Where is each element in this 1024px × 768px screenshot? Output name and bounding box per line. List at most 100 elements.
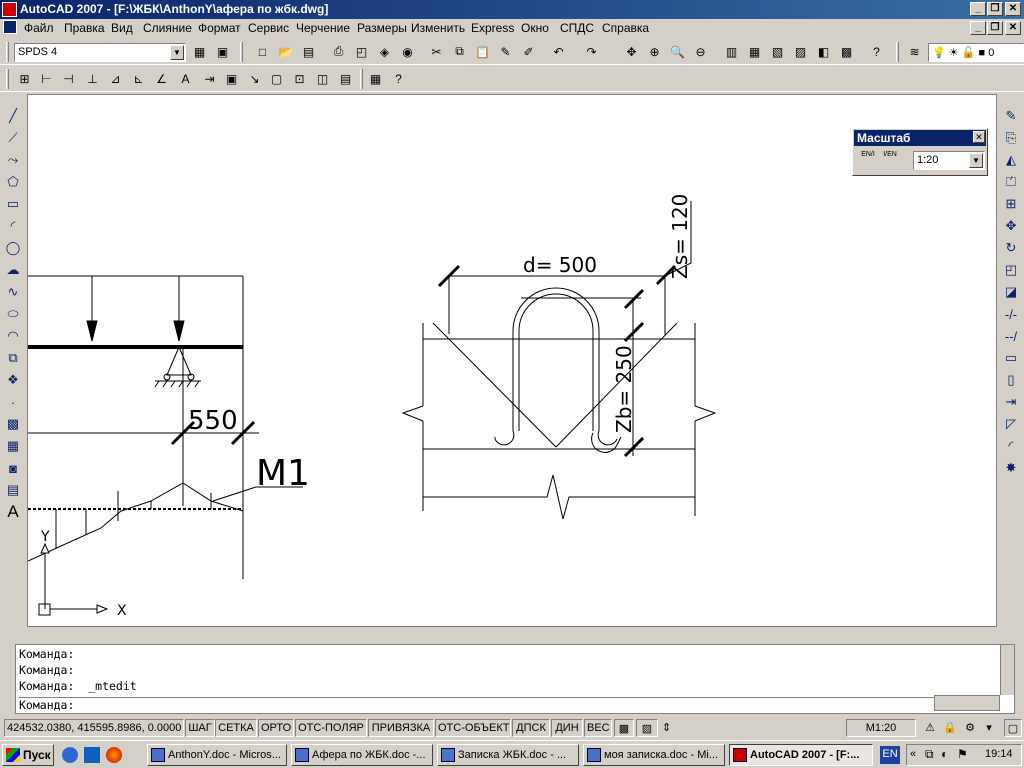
doc-close-button[interactable]: ✕: [1005, 21, 1021, 35]
flag-icon[interactable]: ⚑: [957, 747, 968, 761]
dimstyle-icon[interactable]: ▣: [212, 41, 233, 62]
leader-icon[interactable]: ↘: [244, 68, 265, 89]
cut-icon[interactable]: ✂: [426, 41, 447, 62]
lock-icon[interactable]: 🔒: [940, 719, 960, 737]
spinner-icon[interactable]: ⇕: [660, 719, 672, 737]
doc-minimize-button[interactable]: _: [970, 21, 986, 35]
zoom-window-icon[interactable]: 🔍: [667, 41, 688, 62]
dim-angular-icon[interactable]: ∠: [151, 68, 172, 89]
gradient-icon[interactable]: ▦: [3, 436, 23, 456]
print-icon[interactable]: ⎙: [328, 41, 349, 62]
chamfer-icon[interactable]: ◸: [1001, 414, 1021, 434]
toolbar-grip[interactable]: [6, 69, 9, 89]
grid-toggle[interactable]: СЕТКА: [215, 719, 257, 737]
task-moya-zapiska-doc[interactable]: моя записка.doc - Mi...: [583, 744, 725, 766]
center-mark-icon[interactable]: ⊡: [289, 68, 310, 89]
dim-arc-icon[interactable]: ⊣: [58, 68, 79, 89]
paste-icon[interactable]: 📋: [472, 41, 493, 62]
coordinates-readout[interactable]: 424532.0380, 415595.8986, 0.0000: [4, 719, 184, 737]
scale-combo[interactable]: 1:20 ▼: [913, 151, 985, 170]
pan-icon[interactable]: ✥: [621, 41, 642, 62]
menu-edit[interactable]: Правка: [64, 21, 105, 35]
scale-icon[interactable]: ◰: [1001, 260, 1021, 280]
volume-icon[interactable]: ◐: [941, 747, 948, 761]
polygon-icon[interactable]: ⬠: [3, 172, 23, 192]
redo-icon[interactable]: ↷: [581, 41, 602, 62]
zoom-previous-icon[interactable]: ⊖: [690, 41, 711, 62]
publish-icon[interactable]: ◈: [374, 41, 395, 62]
ellipse-arc-icon[interactable]: ◠: [3, 326, 23, 346]
print-preview-icon[interactable]: ◰: [351, 41, 372, 62]
chevron-down-icon[interactable]: ▾: [982, 719, 996, 737]
polar-toggle[interactable]: ОТС-ПОЛЯР: [295, 719, 367, 737]
open-folder-icon[interactable]: 📂: [275, 41, 296, 62]
point-icon[interactable]: ·: [3, 392, 23, 412]
menu-modify[interactable]: Изменить: [411, 21, 465, 35]
circle-icon[interactable]: ◯: [3, 238, 23, 258]
copy-icon[interactable]: ⧉: [449, 41, 470, 62]
tolerance-icon[interactable]: ▢: [266, 68, 287, 89]
dim-aligned-icon[interactable]: ⊢: [36, 68, 57, 89]
chevron-down-icon[interactable]: ▼: [969, 153, 983, 168]
new-file-icon[interactable]: □: [252, 41, 273, 62]
dim-ordinate-icon[interactable]: ⊥: [82, 68, 103, 89]
menu-draw[interactable]: Черчение: [296, 21, 350, 35]
toolbar-grip[interactable]: [360, 69, 363, 89]
web-icon[interactable]: ◉: [397, 41, 418, 62]
ortho-toggle[interactable]: ОРТО: [258, 719, 294, 737]
erase-icon[interactable]: ✎: [1001, 106, 1021, 126]
make-block-icon[interactable]: ❖: [3, 370, 23, 390]
toolbar-grip[interactable]: [6, 42, 9, 62]
mirror-icon[interactable]: ◭: [1001, 150, 1021, 170]
block-editor-icon[interactable]: ✐: [518, 41, 539, 62]
close-icon[interactable]: ✕: [973, 131, 985, 143]
dim-continue-icon[interactable]: ▣: [221, 68, 242, 89]
i-en-button[interactable]: I/EN: [880, 151, 900, 171]
hatch-icon[interactable]: ▩: [3, 414, 23, 434]
match-properties-icon[interactable]: ✎: [495, 41, 516, 62]
save-icon[interactable]: ▤: [298, 41, 319, 62]
dim-edit-icon[interactable]: ◫: [312, 68, 333, 89]
menu-help[interactable]: Справка: [602, 21, 649, 35]
task-anthony-doc[interactable]: AnthonY.doc - Micros...: [147, 744, 287, 766]
dim-diameter-icon[interactable]: ⊾: [128, 68, 149, 89]
dim-update-icon[interactable]: ▦: [365, 68, 386, 89]
scale-panel[interactable]: Масштаб ✕ EN/I I/EN 1:20 ▼: [852, 128, 988, 176]
task-afera-doc[interactable]: Афера по ЖБК.doc -...: [291, 744, 433, 766]
text-style-manager-icon[interactable]: ▦: [189, 41, 210, 62]
revcloud-icon[interactable]: ☁: [3, 260, 23, 280]
help-icon[interactable]: ?: [866, 41, 887, 62]
toolbar-grip[interactable]: [240, 42, 243, 62]
command-scrollbar[interactable]: [1000, 645, 1014, 695]
menu-spds[interactable]: СПДС: [560, 21, 594, 35]
dim-linear-icon[interactable]: ⊞: [14, 68, 35, 89]
command-prompt[interactable]: Команда:: [19, 697, 934, 712]
browser-icon[interactable]: [106, 747, 122, 763]
autocad-app-icon[interactable]: [2, 2, 17, 17]
menu-dimension[interactable]: Размеры: [357, 21, 407, 35]
break-icon[interactable]: ▯: [1001, 370, 1021, 390]
dim-baseline-icon[interactable]: ⇥: [199, 68, 220, 89]
sheet-set-icon[interactable]: ▨: [790, 41, 811, 62]
menu-window[interactable]: Окно: [521, 21, 549, 35]
text-icon[interactable]: A: [175, 68, 196, 89]
menu-file[interactable]: Файл: [24, 21, 54, 35]
command-h-scrollbar[interactable]: [934, 695, 1000, 711]
dim-style-icon[interactable]: ?: [388, 68, 409, 89]
document-icon[interactable]: [3, 20, 17, 34]
clean-screen-icon[interactable]: ▢: [1004, 719, 1022, 737]
model-icon[interactable]: ▩: [614, 719, 634, 737]
extend-icon[interactable]: --/: [1001, 326, 1021, 346]
snap-toggle[interactable]: ШАГ: [185, 719, 215, 737]
menu-merge[interactable]: Слияние: [143, 21, 192, 35]
rotate-icon[interactable]: ↻: [1001, 238, 1021, 258]
rectangle-icon[interactable]: ▭: [3, 194, 23, 214]
menu-view[interactable]: Вид: [111, 21, 133, 35]
arc-icon[interactable]: ◜: [3, 216, 23, 236]
menu-express[interactable]: Express: [471, 21, 514, 35]
tool-palettes-icon[interactable]: ▧: [767, 41, 788, 62]
properties-icon[interactable]: ▥: [721, 41, 742, 62]
minimize-button[interactable]: _: [970, 2, 986, 16]
window-title-bar[interactable]: AutoCAD 2007 - [F:\ЖБК\AnthonY\афера по …: [0, 0, 1024, 19]
tray-expand-icon[interactable]: «: [910, 748, 916, 760]
